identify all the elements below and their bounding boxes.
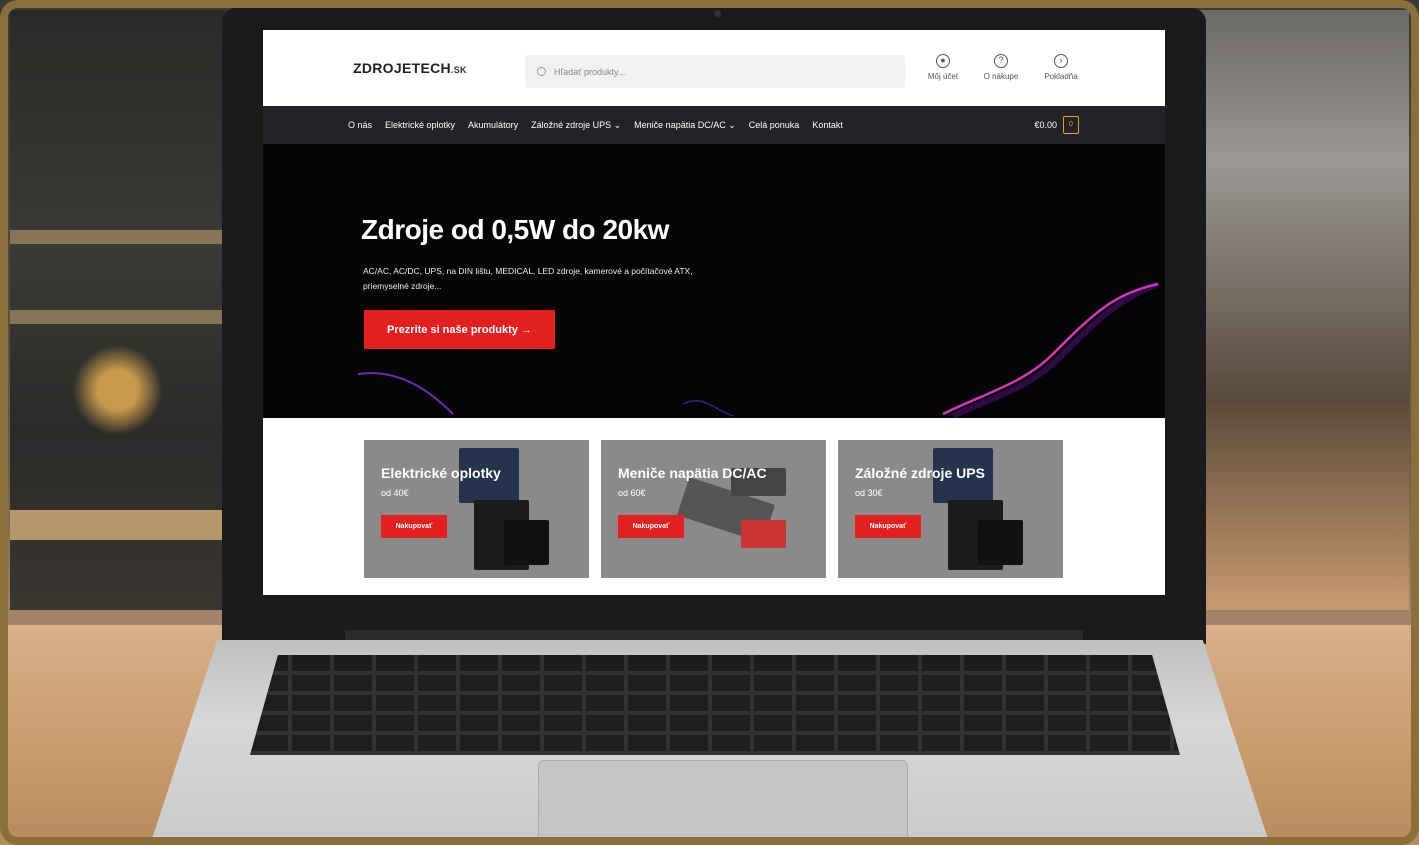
category-card-ups[interactable]: Záložné zdroje UPS od 30€ Nakupovať	[838, 440, 1063, 578]
inverter-red-image	[741, 520, 786, 548]
category-price: od 60€	[618, 488, 646, 498]
nav-item-all-products[interactable]: Celá ponuka	[749, 120, 800, 130]
battery-image	[504, 520, 549, 565]
nav-item-electric-fences[interactable]: Elektrické oplotky	[385, 120, 455, 130]
webcam	[714, 10, 721, 17]
category-title: Meniče napätia DC/AC	[618, 465, 767, 481]
search-placeholder: Hľadať produkty...	[554, 66, 626, 77]
help-icon: ?	[994, 54, 1008, 68]
category-price: od 30€	[855, 488, 883, 498]
shop-button[interactable]: Nakupovať	[855, 515, 921, 538]
shop-button[interactable]: Nakupovať	[381, 515, 447, 538]
category-title: Záložné zdroje UPS	[855, 465, 985, 481]
account-label: Môj účet	[927, 72, 959, 81]
search-input[interactable]: Hľadať produkty...	[525, 55, 905, 88]
cart-total: €0.00	[1034, 120, 1057, 130]
nav-item-inverters[interactable]: Meniče napätia DC/AC ⌄	[634, 120, 736, 131]
background-kitchen-right	[1199, 10, 1409, 610]
nav-item-contact[interactable]: Kontakt	[812, 120, 843, 130]
nav-item-about[interactable]: O nás	[348, 120, 372, 130]
nav-item-ups[interactable]: Záložné zdroje UPS ⌄	[531, 120, 621, 131]
site-logo[interactable]: ZDROJETECH.SK	[353, 60, 467, 76]
checkout-label: Pokladňa	[1044, 72, 1078, 81]
category-card-inverters[interactable]: Meniče napätia DC/AC od 60€ Nakupovať	[601, 440, 826, 578]
hero-cta-button[interactable]: Prezrite si naše produkty →	[364, 310, 555, 349]
logo-tld: .SK	[450, 65, 467, 75]
hero-title: Zdroje od 0,5W do 20kw	[361, 214, 669, 245]
background-cabinet-left	[10, 10, 225, 610]
shop-button[interactable]: Nakupovať	[618, 515, 684, 538]
user-icon: ●	[936, 54, 950, 68]
laptop-keyboard	[250, 655, 1180, 755]
checkout-link[interactable]: › Pokladňa	[1031, 54, 1091, 81]
photo-scene: ZDROJETECH.SK Hľadať produkty... ● Môj ú…	[0, 0, 1419, 845]
laptop-screen: ZDROJETECH.SK Hľadať produkty... ● Môj ú…	[263, 30, 1165, 595]
purchase-info-link[interactable]: ? O nákupe	[971, 54, 1031, 81]
category-price: od 40€	[381, 488, 409, 498]
category-title: Elektrické oplotky	[381, 465, 501, 481]
battery-image	[978, 520, 1023, 565]
logo-text: ZDROJETECH	[353, 60, 451, 76]
site-header: ZDROJETECH.SK Hľadať produkty... ● Môj ú…	[263, 30, 1165, 106]
category-card-electric-fences[interactable]: Elektrické oplotky od 40€ Nakupovať	[364, 440, 589, 578]
cart-button[interactable]: €0.00 0	[1034, 116, 1079, 134]
checkout-icon: ›	[1054, 54, 1068, 68]
account-link[interactable]: ● Môj účet	[913, 54, 973, 81]
laptop-trackpad	[538, 760, 908, 845]
cart-count: 0	[1069, 121, 1073, 128]
main-nav: O nás Elektrické oplotky Akumulátory Zál…	[263, 106, 1165, 144]
cart-bag-icon: 0	[1063, 116, 1079, 134]
hero-banner: Zdroje od 0,5W do 20kw AC/AC, AC/DC, UPS…	[263, 144, 1165, 418]
purchase-info-label: O nákupe	[983, 72, 1019, 81]
hero-subtitle: AC/AC, AC/DC, UPS, na DIN lištu, MEDICAL…	[363, 266, 693, 291]
search-icon	[537, 67, 546, 76]
nav-item-batteries[interactable]: Akumulátory	[468, 120, 518, 130]
category-cards: Elektrické oplotky od 40€ Nakupovať Meni…	[263, 418, 1165, 595]
